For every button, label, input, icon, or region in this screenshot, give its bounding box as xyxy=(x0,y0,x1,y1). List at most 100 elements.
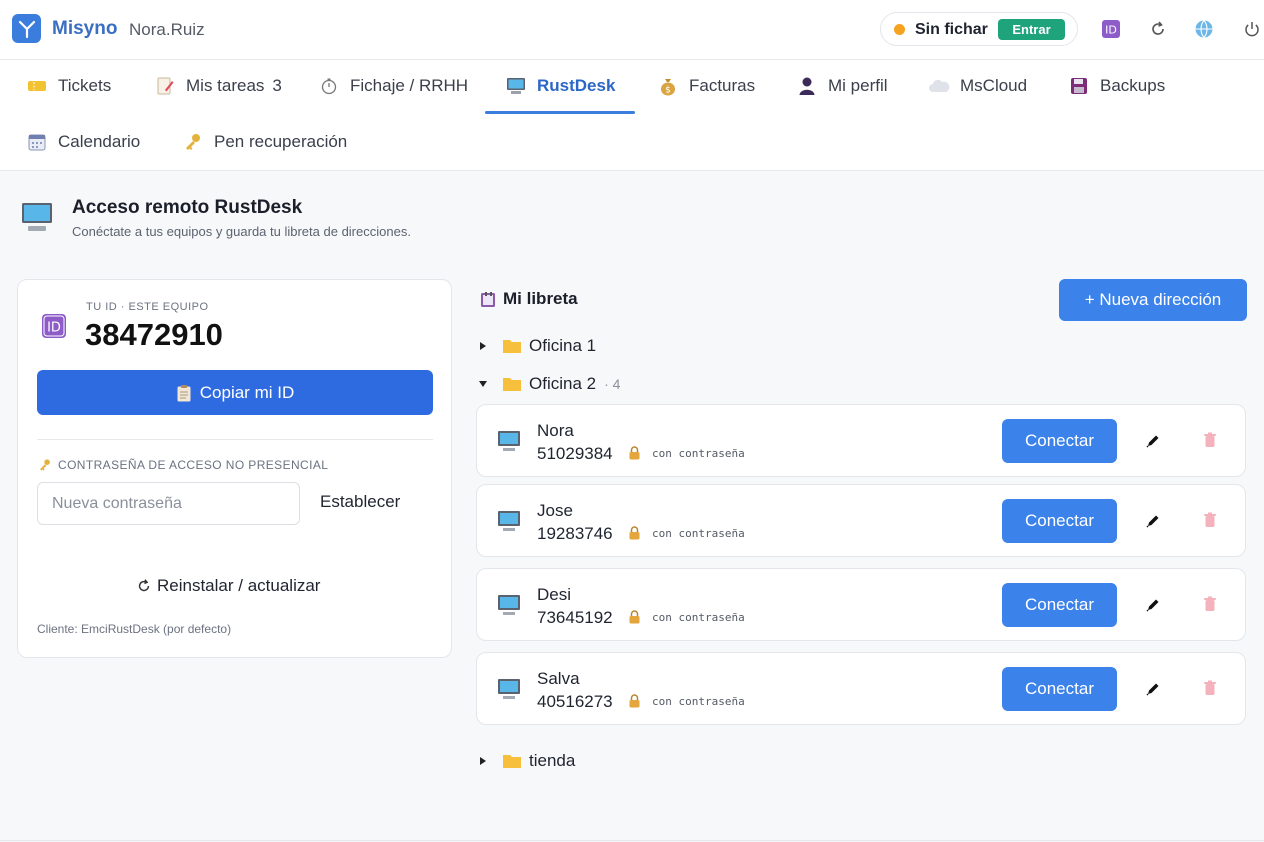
status-dot-icon xyxy=(894,24,905,35)
reinstall-button[interactable]: Reinstalar / actualizar xyxy=(136,576,320,596)
lock-icon xyxy=(628,526,641,540)
device-name: Desi xyxy=(537,585,572,604)
connect-button[interactable]: Conectar xyxy=(1002,583,1117,627)
device-id: 51029384 xyxy=(537,444,613,463)
computer-icon xyxy=(497,509,521,533)
copy-id-button[interactable]: Copiar mi ID xyxy=(37,370,433,415)
group-oficina-1[interactable]: Oficina 1 xyxy=(478,334,596,358)
computer-icon xyxy=(497,429,521,453)
tab-label: Mis tareas xyxy=(186,76,265,95)
connect-button[interactable]: Conectar xyxy=(1002,667,1117,711)
pencil-icon[interactable] xyxy=(1145,681,1161,697)
lock-icon xyxy=(628,446,641,460)
globe-icon[interactable] xyxy=(1194,19,1214,39)
money-bag-icon: $ xyxy=(657,75,679,97)
id-card-icon: ID xyxy=(41,313,67,339)
group-tienda[interactable]: tienda xyxy=(478,749,575,773)
tab-label: RustDesk xyxy=(537,76,616,95)
computer-icon xyxy=(497,593,521,617)
tab-label: Pen recuperación xyxy=(214,132,348,151)
pencil-icon[interactable] xyxy=(1145,433,1161,449)
new-password-input[interactable] xyxy=(37,482,300,525)
tab-facturas[interactable]: $ Facturas xyxy=(657,61,755,111)
tab-fichaje[interactable]: Fichaje / RRHH xyxy=(318,61,468,111)
tab-label: MsCloud xyxy=(960,76,1028,95)
tab-label: Calendario xyxy=(58,132,141,151)
device-id: 19283746 xyxy=(537,524,613,543)
current-user: Nora.Ruiz xyxy=(129,20,205,39)
clock-in-button[interactable]: Entrar xyxy=(998,19,1065,40)
clock-status-pill: Sin fichar Entrar xyxy=(880,12,1078,46)
pencil-icon[interactable] xyxy=(1145,597,1161,613)
device-row: Jose 19283746 con contraseña Conectar xyxy=(476,484,1246,557)
caret-right-icon[interactable] xyxy=(478,341,488,351)
address-book-title: Mi libreta xyxy=(480,289,578,309)
device-id: 73645192 xyxy=(537,608,613,627)
trash-icon[interactable] xyxy=(1203,680,1217,696)
my-id-card: ID TU ID · ESTE EQUIPO 38472910 Copiar m… xyxy=(17,279,452,658)
logo-icon[interactable] xyxy=(12,14,41,43)
page-title: Acceso remoto RustDesk xyxy=(72,197,303,218)
my-id-value: 38472910 xyxy=(85,317,223,352)
main-nav: Tickets Mis tareas 3 Fichaje / RRHH Rust… xyxy=(0,60,1264,171)
caret-right-icon[interactable] xyxy=(478,756,488,766)
folder-icon xyxy=(502,338,522,354)
tab-mis-tareas[interactable]: Mis tareas 3 xyxy=(154,61,282,111)
tab-label: Tickets xyxy=(58,76,112,95)
device-name: Jose xyxy=(537,501,573,520)
key-icon xyxy=(182,131,204,153)
app-brand[interactable]: Misyno xyxy=(52,18,117,40)
device-row: Desi 73645192 con contraseña Conectar xyxy=(476,568,1246,641)
power-icon[interactable] xyxy=(1242,19,1262,39)
tab-calendario[interactable]: Calendario xyxy=(26,117,140,167)
group-oficina-2[interactable]: Oficina 2 · 4 xyxy=(478,372,620,396)
tab-backups[interactable]: Backups xyxy=(1068,61,1165,111)
my-id-label: TU ID · ESTE EQUIPO xyxy=(86,301,209,313)
unattended-password-label: CONTRASEÑA DE ACCESO NO PRESENCIAL xyxy=(38,458,328,472)
address-book-title-text: Mi libreta xyxy=(503,289,578,308)
tab-mscloud[interactable]: MsCloud xyxy=(928,61,1027,111)
device-password-status: con contraseña xyxy=(652,611,745,624)
trash-icon[interactable] xyxy=(1203,512,1217,528)
tab-label: Backups xyxy=(1100,76,1166,95)
device-password-status: con contraseña xyxy=(652,695,745,708)
folder-icon xyxy=(502,376,522,392)
notebook-icon xyxy=(480,291,497,308)
id-card-icon[interactable]: ID xyxy=(1101,19,1121,39)
lock-icon xyxy=(628,610,641,624)
divider xyxy=(37,439,433,440)
trash-icon[interactable] xyxy=(1203,596,1217,612)
group-name: Oficina 2 xyxy=(529,374,597,393)
calendar-icon xyxy=(26,131,48,153)
refresh-icon xyxy=(136,578,152,594)
ticket-icon xyxy=(26,75,48,97)
top-bar: Misyno Nora.Ruiz Sin fichar Entrar ID xyxy=(0,0,1264,60)
tab-mi-perfil[interactable]: Mi perfil xyxy=(796,61,888,111)
connect-button[interactable]: Conectar xyxy=(1002,419,1117,463)
connect-button[interactable]: Conectar xyxy=(1002,499,1117,543)
set-password-button[interactable]: Establecer xyxy=(320,492,400,512)
computer-icon xyxy=(505,75,527,97)
folder-icon xyxy=(502,753,522,769)
tab-pen-recuperacion[interactable]: Pen recuperación xyxy=(182,117,347,167)
reinstall-label: Reinstalar / actualizar xyxy=(157,576,321,595)
copy-id-label: Copiar mi ID xyxy=(199,382,295,402)
page-subtitle: Conéctate a tus equipos y guarda tu libr… xyxy=(72,224,411,239)
tab-rustdesk[interactable]: RustDesk xyxy=(505,61,615,111)
caret-down-icon[interactable] xyxy=(478,379,488,389)
divider xyxy=(0,840,1264,841)
active-tab-indicator xyxy=(485,111,635,114)
client-note: Cliente: EmciRustDesk (por defecto) xyxy=(37,622,232,636)
pencil-icon[interactable] xyxy=(1145,513,1161,529)
svg-text:ID: ID xyxy=(47,321,61,336)
refresh-icon[interactable] xyxy=(1148,19,1168,39)
device-name: Salva xyxy=(537,669,580,688)
stopwatch-icon xyxy=(318,75,340,97)
person-icon xyxy=(796,75,818,97)
group-name: Oficina 1 xyxy=(529,336,597,355)
tab-label: Fichaje / RRHH xyxy=(350,76,469,95)
trash-icon[interactable] xyxy=(1203,432,1217,448)
svg-text:$: $ xyxy=(665,86,671,96)
tab-tickets[interactable]: Tickets xyxy=(26,61,111,111)
new-address-button[interactable]: + Nueva dirección xyxy=(1059,279,1247,321)
